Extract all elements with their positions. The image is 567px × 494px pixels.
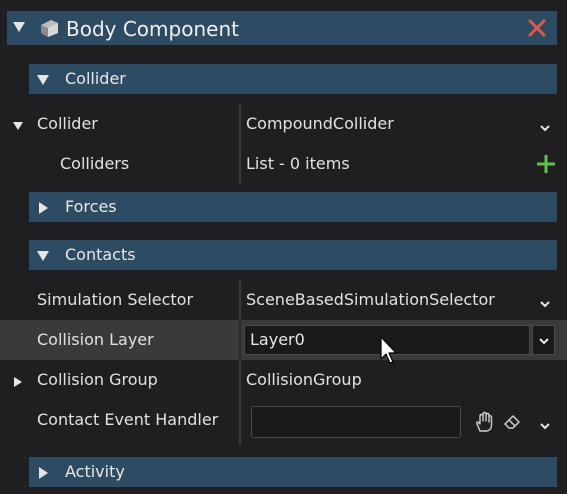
property-row-contact-event-handler: Contact Event Handler <box>0 400 567 444</box>
component-header[interactable]: Body Component <box>7 11 557 45</box>
column-divider[interactable] <box>239 400 241 444</box>
property-name-collision-group: Collision Group <box>37 370 158 389</box>
expanded-triangle-icon[interactable] <box>12 117 24 136</box>
dropdown-button[interactable] <box>532 325 555 355</box>
collapsed-triangle-icon[interactable] <box>12 373 24 392</box>
section-contacts-label: Contacts <box>65 245 136 264</box>
collision-layer-dropdown[interactable]: Layer0 <box>244 325 530 355</box>
add-plus-icon[interactable] <box>535 153 557 179</box>
column-divider[interactable] <box>239 104 241 144</box>
column-divider[interactable] <box>239 360 241 400</box>
collapsed-triangle-icon[interactable] <box>36 200 50 219</box>
property-name-collision-layer: Collision Layer <box>37 330 154 349</box>
section-contacts[interactable]: Contacts <box>29 240 557 270</box>
column-divider[interactable] <box>239 144 241 184</box>
property-row-colliders: Colliders List - 0 items <box>0 144 567 184</box>
simulation-selector-value[interactable]: SceneBasedSimulationSelector <box>246 290 495 309</box>
close-x-icon[interactable] <box>527 18 547 42</box>
property-name-contact-event-handler: Contact Event Handler <box>37 410 219 429</box>
eraser-icon[interactable] <box>503 412 523 434</box>
section-activity[interactable]: Activity <box>29 457 557 487</box>
section-activity-label: Activity <box>65 462 125 481</box>
collision-layer-value: Layer0 <box>250 330 305 349</box>
property-name-collider: Collider <box>37 114 98 133</box>
property-row-collision-layer: Collision Layer Layer0 <box>0 320 567 360</box>
collider-type-value[interactable]: CompoundCollider <box>246 114 394 133</box>
section-collider-label: Collider <box>65 69 126 88</box>
collision-group-value: CollisionGroup <box>246 370 362 389</box>
section-collider[interactable]: Collider <box>29 64 557 94</box>
property-row-simulation-selector: Simulation Selector SceneBasedSimulation… <box>0 280 567 320</box>
body-component-panel: Body Component Collider Collider Compoun… <box>0 0 567 494</box>
property-row-collision-group: Collision Group CollisionGroup <box>0 360 567 400</box>
collapse-triangle-icon[interactable] <box>12 19 26 38</box>
section-forces-label: Forces <box>65 197 117 216</box>
column-divider[interactable] <box>239 280 241 320</box>
cube-icon <box>38 17 60 43</box>
contact-event-handler-field[interactable] <box>251 406 461 438</box>
collapsed-triangle-icon[interactable] <box>36 465 50 484</box>
section-forces[interactable]: Forces <box>29 192 557 222</box>
expanded-triangle-icon[interactable] <box>36 72 50 91</box>
property-row-collider: Collider CompoundCollider <box>0 104 567 144</box>
component-title: Body Component <box>66 17 239 41</box>
chevron-down-icon[interactable] <box>539 294 551 313</box>
expanded-triangle-icon[interactable] <box>36 248 50 267</box>
colliders-list-value: List - 0 items <box>246 154 350 173</box>
chevron-down-icon[interactable] <box>539 416 551 435</box>
hand-pick-icon[interactable] <box>473 411 495 437</box>
column-divider[interactable] <box>239 320 241 360</box>
property-name-simulation-selector: Simulation Selector <box>37 290 194 309</box>
property-name-colliders: Colliders <box>60 154 130 173</box>
chevron-down-icon[interactable] <box>539 118 551 137</box>
